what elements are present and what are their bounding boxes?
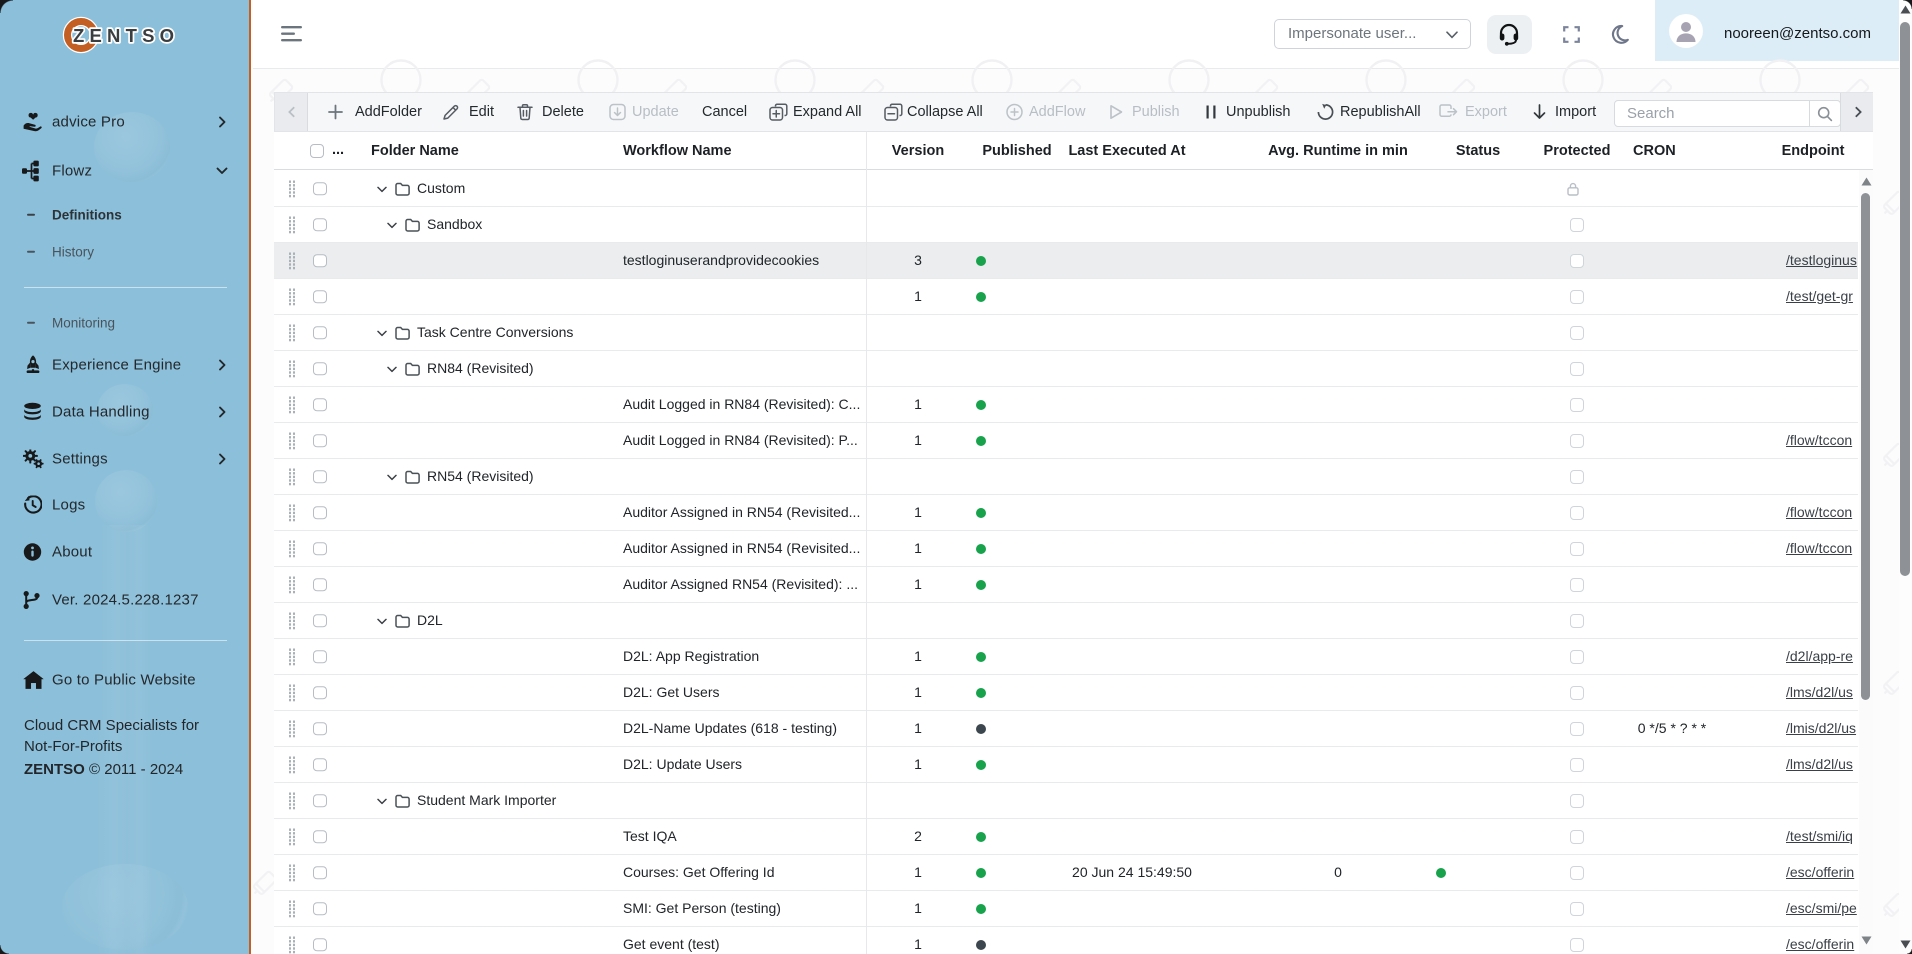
svg-text:ZENTSO: ZENTSO (73, 25, 179, 46)
